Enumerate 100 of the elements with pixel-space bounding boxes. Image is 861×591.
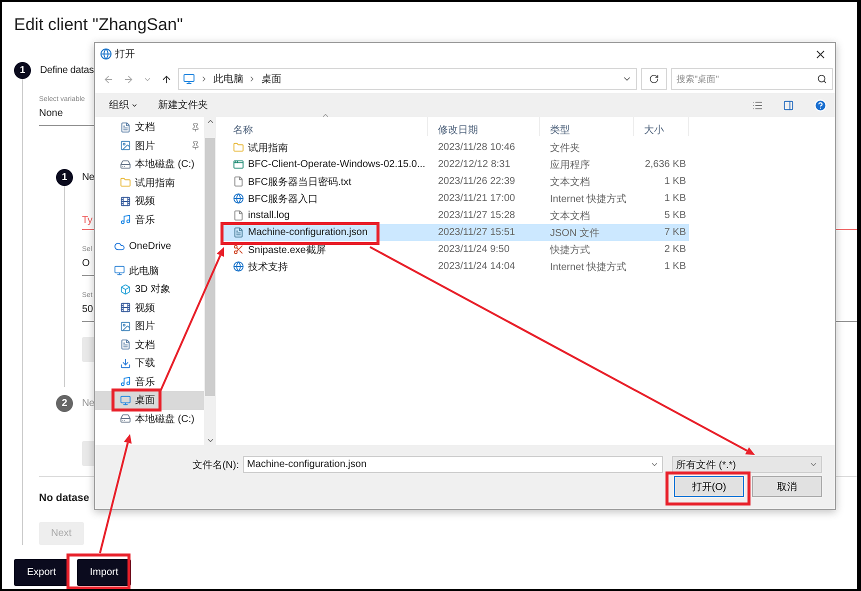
breadcrumb[interactable]: 此电脑 xyxy=(213,72,244,86)
browser-icon xyxy=(100,48,112,60)
cube-icon xyxy=(120,284,131,295)
table-cell-text: 2,636 KB xyxy=(644,158,687,172)
file-name[interactable]: BFC-Client-Operate-Windows-02.15.0... xyxy=(223,156,428,173)
dialog-title: 打开 xyxy=(115,48,136,61)
breadcrumb[interactable]: 桌面 xyxy=(261,72,282,86)
table-cell-text: 文本文档 xyxy=(549,176,591,190)
picture-icon xyxy=(120,320,131,332)
export-button[interactable]: Export xyxy=(14,559,69,586)
step-number: 2 xyxy=(56,395,73,412)
table-cell-text: 文件夹 xyxy=(549,142,581,156)
nav-item[interactable]: 文档 xyxy=(95,336,204,354)
cloud-icon xyxy=(114,240,125,252)
folder-icon xyxy=(120,177,131,188)
step-number: 1 xyxy=(56,169,73,186)
field-label: 文件名(N): xyxy=(192,458,239,472)
file-type-select[interactable]: 所有文件 (*.*) xyxy=(672,456,822,473)
table-cell-text: 2 KB xyxy=(663,243,687,257)
search-icon xyxy=(817,74,827,84)
column-header[interactable]: 类型 xyxy=(540,117,634,136)
file-name[interactable]: BFC服务器入口 xyxy=(223,190,428,207)
nav-item[interactable]: 3D 对象 xyxy=(95,280,204,298)
table-cell-text: Internet 快捷方式 xyxy=(549,192,628,206)
file-name[interactable]: Machine-configuration.json xyxy=(223,224,428,241)
tab[interactable]: Ty xyxy=(82,215,93,229)
music-icon xyxy=(120,376,131,388)
document-icon xyxy=(120,339,131,350)
import-button[interactable]: Import xyxy=(76,559,132,586)
step-title: Ne xyxy=(82,172,94,183)
address-bar[interactable]: 此电脑 桌面 xyxy=(178,68,637,90)
nav-item[interactable]: 桌面 xyxy=(95,391,204,410)
nav-item[interactable]: 试用指南 xyxy=(95,174,204,192)
nav-item[interactable]: 本地磁盘 (C:) xyxy=(95,410,204,428)
table-cell-text: 2022/12/12 8:31 xyxy=(437,158,512,172)
file-name[interactable]: BFC服务器当日密码.txt xyxy=(223,173,428,190)
monitor-icon xyxy=(120,394,131,406)
app-window-icon xyxy=(233,159,244,170)
refresh-icon xyxy=(648,74,659,84)
picture-icon xyxy=(120,140,131,152)
monitor-icon xyxy=(114,265,125,276)
help-icon[interactable] xyxy=(814,98,827,112)
file-name[interactable]: install.log xyxy=(223,207,428,224)
caret-icon xyxy=(131,102,138,108)
organize-menu[interactable]: 组织 xyxy=(109,98,138,112)
file-name[interactable]: Snipaste.exe截屏 xyxy=(223,241,428,258)
monitor-icon xyxy=(183,73,196,85)
drive-icon xyxy=(120,158,131,170)
step-number: 1 xyxy=(14,62,31,79)
nav-item[interactable]: 此电脑 xyxy=(95,262,204,280)
table-cell-text: 1 KB xyxy=(663,260,687,274)
preview-pane-icon[interactable] xyxy=(783,100,794,110)
nav-item[interactable]: 音乐 xyxy=(95,210,204,229)
scrollbar-thumb[interactable] xyxy=(205,138,215,396)
drive-icon xyxy=(120,413,131,424)
column-header[interactable]: 大小 xyxy=(634,117,689,136)
column-header[interactable]: 名称 xyxy=(223,117,428,136)
table-cell-text: 2023/11/28 10:46 xyxy=(437,141,516,155)
table-cell-text: 文本文档 xyxy=(549,210,591,224)
highlight-frame xyxy=(112,388,162,412)
dropdown-icon xyxy=(650,460,659,469)
close-icon[interactable] xyxy=(814,48,827,60)
nav-item[interactable]: 视频 xyxy=(95,192,204,210)
highlight-frame xyxy=(66,554,130,589)
scroll-down-icon[interactable] xyxy=(206,436,214,445)
open-button[interactable]: 打开(O) xyxy=(674,476,744,497)
nav-item[interactable]: OneDrive xyxy=(95,237,204,256)
filename-field[interactable]: Machine-configuration.json xyxy=(243,456,663,473)
globe-icon xyxy=(233,193,244,204)
search-field[interactable]: 搜索"桌面" xyxy=(670,68,833,90)
step-title: Define datas xyxy=(40,65,94,76)
cancel-button[interactable]: 取消 xyxy=(752,476,822,497)
step-title: Ne xyxy=(82,398,94,409)
table-cell-text: 快捷方式 xyxy=(548,244,591,258)
nav-item[interactable]: 本地磁盘 (C:) xyxy=(95,155,204,174)
document-icon xyxy=(120,122,131,133)
music-icon xyxy=(120,214,131,226)
film-icon xyxy=(120,196,131,207)
refresh-button[interactable] xyxy=(640,68,667,90)
file-name[interactable]: 技术支持 xyxy=(223,258,428,275)
nav-item[interactable]: 图片 xyxy=(95,317,204,336)
nav-item[interactable]: 音乐 xyxy=(95,372,204,391)
download-icon xyxy=(120,358,131,369)
page-title: Edit client "ZhangSan" xyxy=(14,14,184,36)
scroll-up-icon[interactable] xyxy=(206,117,214,126)
sort-icon xyxy=(321,111,330,120)
file-name[interactable]: 试用指南 xyxy=(223,139,428,156)
new-folder-button[interactable]: 新建文件夹 xyxy=(158,98,208,112)
nav-item[interactable]: 视频 xyxy=(95,298,204,317)
nav-item[interactable]: 下载 xyxy=(95,354,204,372)
column-header[interactable]: 修改日期 xyxy=(428,117,540,136)
globe-icon xyxy=(233,261,244,272)
up-icon[interactable] xyxy=(161,74,172,84)
table-cell: 7 KB xyxy=(634,224,689,241)
view-icon[interactable] xyxy=(752,100,763,110)
file-icon xyxy=(233,176,244,187)
nav-item[interactable]: 图片 xyxy=(95,136,204,155)
table-cell-text: 2023/11/27 15:28 xyxy=(437,209,516,223)
table-cell-text: 1 KB xyxy=(663,175,687,189)
table-cell: JSON 文件 xyxy=(540,224,634,241)
